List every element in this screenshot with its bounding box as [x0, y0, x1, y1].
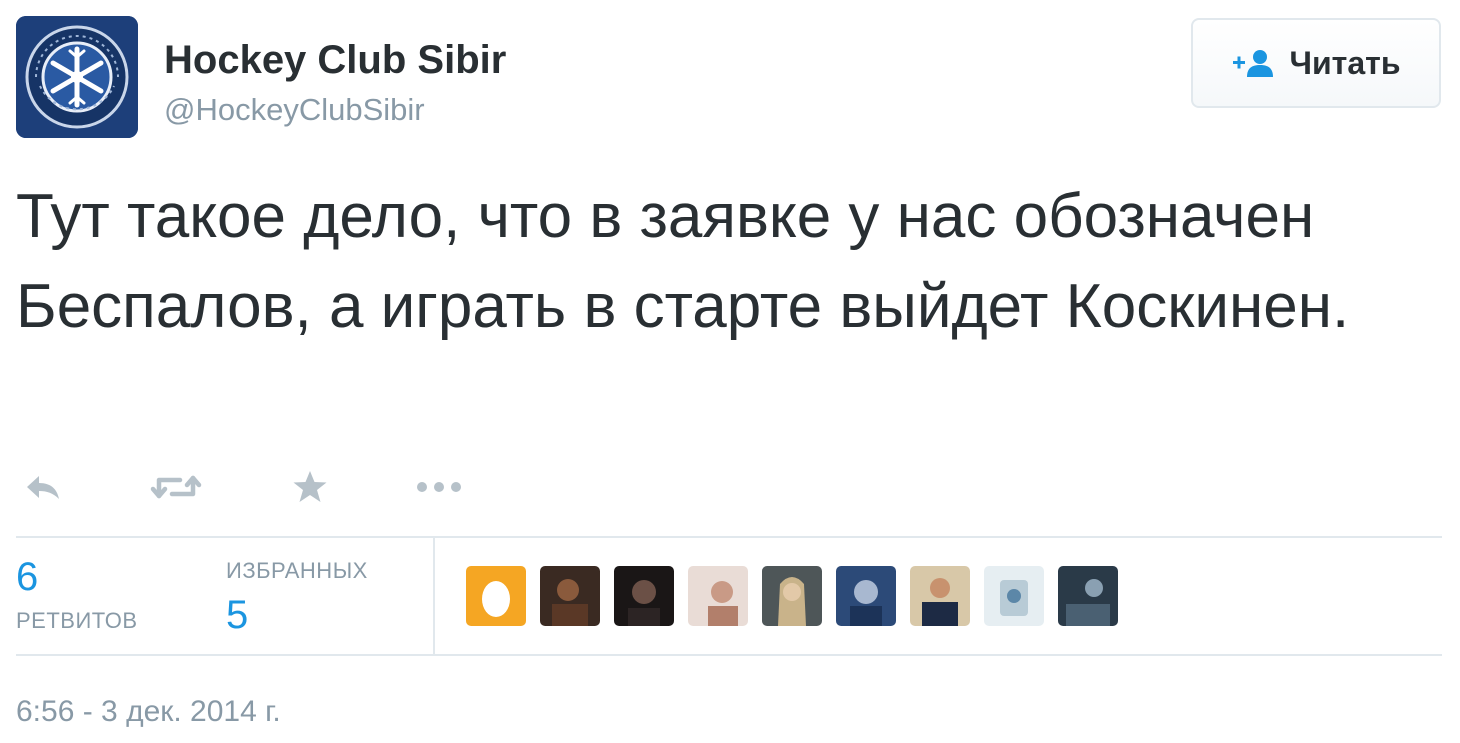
favorited-user-avatar[interactable] — [688, 566, 748, 626]
favorites-label: избранных — [226, 558, 368, 583]
retweets-label: ретвитов — [16, 608, 138, 633]
retweet-button[interactable] — [148, 462, 204, 512]
star-icon — [293, 471, 327, 502]
favorited-user-avatar[interactable] — [614, 566, 674, 626]
tweet-timestamp[interactable]: 6:56 - 3 дек. 2014 г. — [16, 695, 281, 729]
follow-button[interactable]: Читать — [1191, 18, 1441, 108]
author-avatar[interactable] — [16, 16, 138, 138]
favorited-user-avatar[interactable] — [836, 566, 896, 626]
author-handle[interactable]: @HockeyClubSibir — [164, 92, 425, 128]
more-icon — [417, 482, 461, 492]
favorited-user-avatar[interactable] — [762, 566, 822, 626]
stats-bottom-divider — [16, 654, 1442, 656]
favorited-user-avatar[interactable] — [910, 566, 970, 626]
favorited-user-avatar[interactable] — [1058, 566, 1118, 626]
add-user-icon — [1232, 48, 1276, 78]
reply-icon — [27, 476, 59, 499]
reply-button[interactable] — [20, 462, 66, 512]
tweet-text: Тут такое дело, что в заявке у нас обозн… — [16, 182, 1350, 341]
favorites-count[interactable]: 5 — [226, 593, 248, 638]
follow-button-label: Читать — [1289, 44, 1401, 81]
retweets-count[interactable]: 6 — [16, 555, 38, 600]
egg-avatar-icon — [466, 566, 526, 626]
favorited-user-avatar[interactable] — [466, 566, 526, 626]
stats-top-divider — [16, 536, 1442, 538]
author-display-name[interactable]: Hockey Club Sibir — [164, 38, 506, 83]
snowflake-logo-icon — [16, 16, 138, 138]
stats-vertical-divider — [433, 538, 435, 654]
favorited-user-avatar[interactable] — [984, 566, 1044, 626]
more-button[interactable] — [414, 462, 464, 512]
favorited-user-avatar[interactable] — [540, 566, 600, 626]
favorite-button[interactable] — [290, 462, 330, 512]
favorited-by-avatars — [466, 566, 1118, 626]
retweet-icon — [150, 475, 202, 499]
